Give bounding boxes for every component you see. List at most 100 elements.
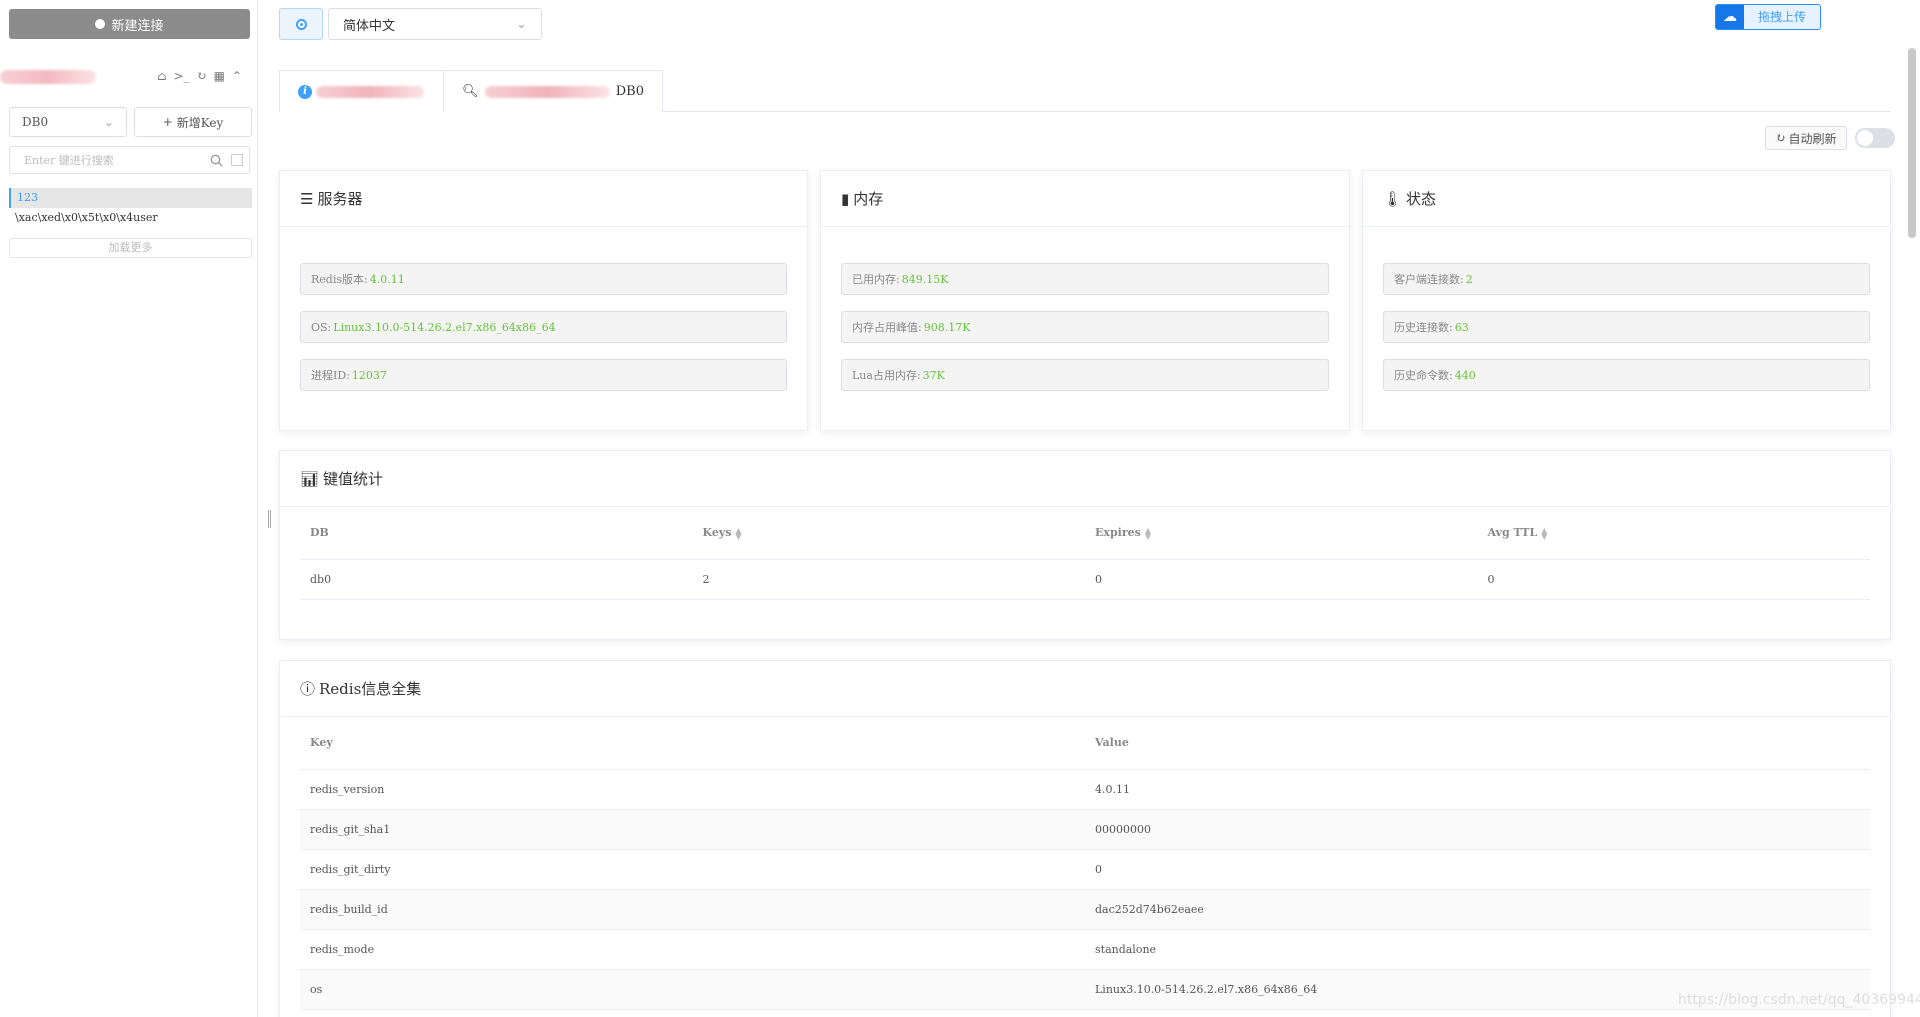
info-label: 进程ID: [311, 369, 350, 382]
new-key-button[interactable]: + 新增Key [134, 107, 252, 137]
info-row: 客户端连接数: 2 [1383, 263, 1870, 295]
search-icon[interactable] [210, 154, 223, 167]
language-select[interactable]: 简体中文 ⌄ [328, 8, 542, 40]
table-row: redis_git_sha1 00000000 [300, 809, 1870, 850]
sidebar-resize-handle[interactable] [268, 510, 271, 528]
info-row: 历史命令数: 440 [1383, 359, 1870, 391]
info-label: 客户端连接数: [1394, 273, 1464, 286]
grid-icon[interactable]: ▦ [214, 69, 225, 83]
info-icon: i [298, 84, 312, 99]
info-label: Redis版本: [311, 273, 368, 286]
table-row: redis_git_dirty 0 [300, 849, 1870, 890]
table-cell: standalone [1085, 929, 1870, 970]
chevron-down-icon: ⌄ [516, 16, 527, 32]
watermark: https://blog.csdn.net/qq_40369944 [1678, 992, 1920, 1008]
sort-icon[interactable]: ▲ ▼ [1541, 526, 1547, 540]
tab-bar: i 🔍︎ DB0 [279, 70, 1891, 113]
info-value: 4.0.11 [369, 272, 405, 286]
language-value: 简体中文 [343, 18, 396, 34]
tab-db[interactable]: 🔍︎ DB0 [444, 70, 663, 112]
keystats-card: 📊︎ 键值统计 DB Keys ▲ ▼ Expires ▲ ▼ Avg TTL ▲ ▼ db… [279, 450, 1891, 640]
connection-item[interactable]: ⌂ >_ ↻ ▦ ⌃ [0, 66, 250, 90]
drag-upload-button[interactable]: ☁ 拖拽上传 [1715, 4, 1821, 30]
info-row: 内存占用峰值: 908.17K [841, 311, 1329, 343]
auto-refresh-button[interactable]: ↻ 自动刷新 [1765, 126, 1847, 150]
tab-title-redacted [316, 85, 424, 98]
exact-search-checkbox[interactable] [231, 154, 243, 166]
info-row: 进程ID: 12037 [300, 359, 787, 391]
status-card-header: 🌡︎ 状态 [1363, 171, 1890, 227]
info-value: 908.17K [923, 320, 971, 334]
table-cell: 4.0.11 [1085, 769, 1870, 810]
tab-connection-info[interactable]: i [279, 70, 444, 113]
table-cell: 0 [1085, 559, 1478, 600]
info-value: 2 [1465, 272, 1473, 286]
info-value: Linux3.10.0-514.26.2.el7.x86_64x86_64 [333, 320, 556, 334]
key-list-item[interactable]: 123 [9, 188, 252, 208]
info-label: 已用内存: [852, 273, 900, 286]
table-cell: redis_mode [300, 929, 1085, 970]
keystats-card-header: 📊︎ 键值统计 [280, 451, 1890, 507]
info-value: 63 [1454, 320, 1469, 334]
table-cell: redis_git_dirty [300, 849, 1085, 890]
tab-host-redacted [484, 85, 610, 98]
info-label: 内存占用峰值: [852, 321, 922, 334]
chevron-down-icon: ⌄ [103, 115, 114, 129]
column-header: Value [1085, 717, 1870, 770]
info-label: OS: [311, 320, 332, 334]
redis-info-table: Key Value redis_version 4.0.11 redis_git_… [300, 717, 1870, 1010]
server-card-header: ☰ 服务器 [280, 171, 807, 227]
table-cell: 2 [692, 559, 1085, 600]
upload-label: 拖拽上传 [1744, 5, 1820, 29]
memory-card: ▮ 内存 已用内存: 849.15K 内存占用峰值: 908.17K Lua占用内存… [820, 170, 1350, 431]
info-circle-icon: ⓘ [300, 680, 316, 698]
info-value: 12037 [351, 368, 387, 382]
db-select-value: DB0 [22, 115, 49, 129]
table-row: redis_version 4.0.11 [300, 769, 1870, 810]
keystats-table: DB Keys ▲ ▼ Expires ▲ ▼ Avg TTL ▲ ▼ db0 2 0 0 [300, 507, 1870, 600]
info-row: Lua占用内存: 37K [841, 359, 1329, 391]
load-more-button[interactable]: 加载更多 [9, 238, 252, 258]
memory-card-header: ▮ 内存 [821, 171, 1349, 227]
table-cell: 00000000 [1085, 809, 1870, 850]
chevron-up-icon[interactable]: ⌃ [232, 69, 242, 83]
server-card-title: 服务器 [317, 190, 363, 208]
auto-refresh-switch[interactable] [1855, 128, 1895, 148]
column-header[interactable]: Expires ▲ ▼ [1085, 507, 1478, 560]
table-row: os Linux3.10.0-514.26.2.el7.x86_64x86_64 [300, 969, 1870, 1010]
redis-info-card-header: ⓘ Redis信息全集 [280, 661, 1890, 717]
new-key-label: 新增Key [176, 115, 224, 130]
memory-chip-icon: ▮ [841, 189, 850, 208]
search-placeholder: Enter 键进行搜索 [24, 154, 114, 167]
cloud-icon: ☁ [1716, 5, 1744, 29]
redis-info-card-title: Redis信息全集 [319, 680, 422, 698]
sort-icon[interactable]: ▲ ▼ [735, 526, 741, 540]
new-connection-label: 新建连接 [111, 18, 164, 34]
connection-toolbar: ⌂ >_ ↻ ▦ ⌃ [157, 69, 242, 83]
auto-refresh-control: ↻ 自动刷新 [1765, 126, 1895, 150]
column-header[interactable]: Avg TTL ▲ ▼ [1477, 507, 1870, 560]
table-cell: os [300, 969, 1085, 1010]
column-header: Key [300, 717, 1085, 770]
status-card-title: 状态 [1406, 190, 1437, 208]
table-row: redis_mode standalone [300, 929, 1870, 970]
table-cell: redis_git_sha1 [300, 809, 1085, 850]
auto-refresh-label: 自动刷新 [1788, 131, 1837, 146]
key-list: 123 \xac\xed\x0\x5t\x0\x4user [9, 188, 252, 228]
page-scrollbar[interactable] [1908, 48, 1916, 238]
key-list-item[interactable]: \xac\xed\x0\x5t\x0\x4user [9, 208, 252, 228]
new-connection-button[interactable]: 新建连接 [9, 9, 250, 39]
key-search-input[interactable]: Enter 键进行搜索 [9, 146, 250, 174]
terminal-icon[interactable]: >_ [173, 69, 189, 83]
theme-toggle-button[interactable] [279, 8, 323, 40]
refresh-icon[interactable]: ↻ [197, 69, 207, 83]
server-card: ☰ 服务器 Redis版本: 4.0.11 OS: Linux3.10.0-514.… [279, 170, 808, 431]
column-header[interactable]: Keys ▲ ▼ [692, 507, 1085, 560]
info-row: 历史连接数: 63 [1383, 311, 1870, 343]
sort-icon[interactable]: ▲ ▼ [1145, 526, 1151, 540]
home-icon[interactable]: ⌂ [157, 69, 166, 83]
db-select[interactable]: DB0 ⌄ [9, 107, 127, 137]
status-card: 🌡︎ 状态 客户端连接数: 2 历史连接数: 63 历史命令数: 440 [1362, 170, 1891, 431]
tab-db-label: DB0 [615, 84, 644, 99]
info-row: OS: Linux3.10.0-514.26.2.el7.x86_64x86_64 [300, 311, 787, 343]
